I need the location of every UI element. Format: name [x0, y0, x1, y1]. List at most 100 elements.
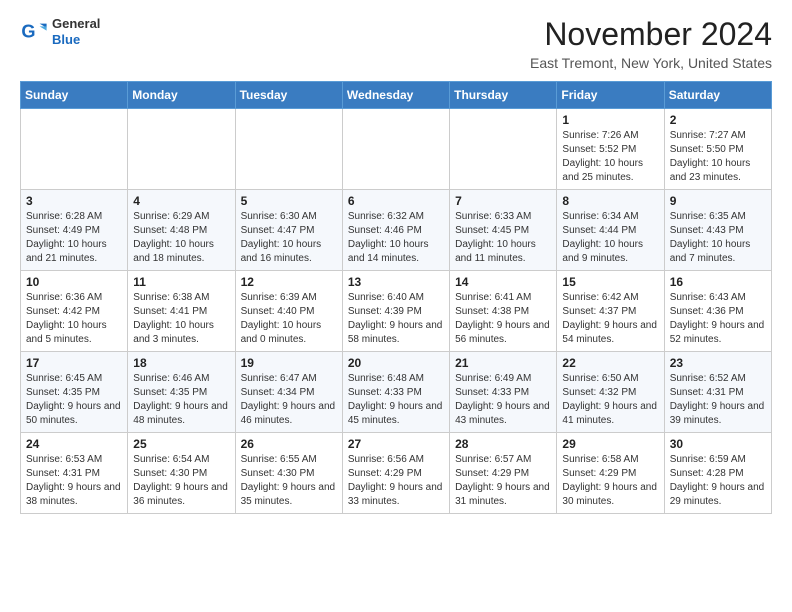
- day-info: Sunrise: 6:29 AM Sunset: 4:48 PM Dayligh…: [133, 210, 229, 266]
- calendar-cell: 19 Sunrise: 6:47 AM Sunset: 4:34 PM Dayli…: [235, 352, 342, 433]
- calendar-body: 1Sunrise: 7:26 AM Sunset: 5:52 PM Daylig…: [21, 109, 772, 514]
- day-of-week-header: Sunday: [21, 82, 128, 109]
- calendar-cell: 29Sunrise: 6:58 AM Sunset: 4:29 PM Dayli…: [557, 433, 664, 514]
- calendar-cell: 13 Sunrise: 6:40 AM Sunset: 4:39 PM Dayli…: [342, 271, 449, 352]
- calendar-cell: [21, 109, 128, 190]
- day-info: Sunrise: 6:53 AM Sunset: 4:31 PM Dayligh…: [26, 453, 122, 509]
- day-number: 3: [26, 194, 122, 208]
- day-number: 7: [455, 194, 551, 208]
- day-number: 19: [241, 356, 337, 370]
- calendar-cell: 2 Sunrise: 7:27 AM Sunset: 5:50 PM Daylig…: [664, 109, 771, 190]
- day-info: Sunrise: 6:48 AM Sunset: 4:33 PM Dayligh…: [348, 372, 444, 428]
- day-info: Sunrise: 6:40 AM Sunset: 4:39 PM Dayligh…: [348, 291, 444, 347]
- calendar-cell: 18 Sunrise: 6:46 AM Sunset: 4:35 PM Dayli…: [128, 352, 235, 433]
- day-number: 16: [670, 275, 766, 289]
- day-info: Sunrise: 6:54 AM Sunset: 4:30 PM Dayligh…: [133, 453, 229, 509]
- calendar-cell: 4Sunrise: 6:29 AM Sunset: 4:48 PM Daylig…: [128, 190, 235, 271]
- day-number: 12: [241, 275, 337, 289]
- day-number: 22: [562, 356, 658, 370]
- day-of-week-header: Wednesday: [342, 82, 449, 109]
- day-number: 27: [348, 437, 444, 451]
- calendar-week-row: 1Sunrise: 7:26 AM Sunset: 5:52 PM Daylig…: [21, 109, 772, 190]
- day-number: 23: [670, 356, 766, 370]
- day-info: Sunrise: 6:42 AM Sunset: 4:37 PM Dayligh…: [562, 291, 658, 347]
- calendar-cell: [235, 109, 342, 190]
- calendar-header: SundayMondayTuesdayWednesdayThursdayFrid…: [21, 82, 772, 109]
- day-number: 9: [670, 194, 766, 208]
- day-info: Sunrise: 6:34 AM Sunset: 4:44 PM Dayligh…: [562, 210, 658, 266]
- calendar-week-row: 10 Sunrise: 6:36 AM Sunset: 4:42 PM Dayli…: [21, 271, 772, 352]
- day-info: Sunrise: 7:26 AM Sunset: 5:52 PM Dayligh…: [562, 129, 658, 185]
- calendar-cell: 27Sunrise: 6:56 AM Sunset: 4:29 PM Dayli…: [342, 433, 449, 514]
- calendar-cell: 11Sunrise: 6:38 AM Sunset: 4:41 PM Dayli…: [128, 271, 235, 352]
- month-title: November 2024: [530, 16, 772, 53]
- day-info: Sunrise: 6:57 AM Sunset: 4:29 PM Dayligh…: [455, 453, 551, 509]
- calendar-cell: [450, 109, 557, 190]
- calendar-cell: 8 Sunrise: 6:34 AM Sunset: 4:44 PM Daylig…: [557, 190, 664, 271]
- day-info: Sunrise: 6:47 AM Sunset: 4:34 PM Dayligh…: [241, 372, 337, 428]
- calendar-cell: 16Sunrise: 6:43 AM Sunset: 4:36 PM Dayli…: [664, 271, 771, 352]
- day-number: 8: [562, 194, 658, 208]
- day-number: 25: [133, 437, 229, 451]
- day-number: 21: [455, 356, 551, 370]
- day-number: 5: [241, 194, 337, 208]
- day-info: Sunrise: 6:52 AM Sunset: 4:31 PM Dayligh…: [670, 372, 766, 428]
- location: East Tremont, New York, United States: [530, 55, 772, 71]
- day-of-week-header: Saturday: [664, 82, 771, 109]
- day-number: 17: [26, 356, 122, 370]
- calendar-cell: 24 Sunrise: 6:53 AM Sunset: 4:31 PM Dayli…: [21, 433, 128, 514]
- day-info: Sunrise: 6:30 AM Sunset: 4:47 PM Dayligh…: [241, 210, 337, 266]
- day-number: 30: [670, 437, 766, 451]
- day-info: Sunrise: 6:55 AM Sunset: 4:30 PM Dayligh…: [241, 453, 337, 509]
- day-number: 26: [241, 437, 337, 451]
- calendar-cell: 21 Sunrise: 6:49 AM Sunset: 4:33 PM Dayli…: [450, 352, 557, 433]
- svg-text:G: G: [21, 21, 35, 41]
- day-number: 10: [26, 275, 122, 289]
- days-of-week-row: SundayMondayTuesdayWednesdayThursdayFrid…: [21, 82, 772, 109]
- day-info: Sunrise: 6:59 AM Sunset: 4:28 PM Dayligh…: [670, 453, 766, 509]
- day-info: Sunrise: 6:28 AM Sunset: 4:49 PM Dayligh…: [26, 210, 122, 266]
- calendar-cell: 14Sunrise: 6:41 AM Sunset: 4:38 PM Dayli…: [450, 271, 557, 352]
- day-number: 28: [455, 437, 551, 451]
- day-number: 24: [26, 437, 122, 451]
- day-info: Sunrise: 6:35 AM Sunset: 4:43 PM Dayligh…: [670, 210, 766, 266]
- calendar-cell: 28 Sunrise: 6:57 AM Sunset: 4:29 PM Dayli…: [450, 433, 557, 514]
- day-number: 20: [348, 356, 444, 370]
- calendar-cell: 1Sunrise: 7:26 AM Sunset: 5:52 PM Daylig…: [557, 109, 664, 190]
- day-number: 2: [670, 113, 766, 127]
- logo-general: General: [52, 16, 100, 32]
- day-info: Sunrise: 6:41 AM Sunset: 4:38 PM Dayligh…: [455, 291, 551, 347]
- calendar-week-row: 3 Sunrise: 6:28 AM Sunset: 4:49 PM Daylig…: [21, 190, 772, 271]
- calendar-cell: 15 Sunrise: 6:42 AM Sunset: 4:37 PM Dayli…: [557, 271, 664, 352]
- day-info: Sunrise: 6:49 AM Sunset: 4:33 PM Dayligh…: [455, 372, 551, 428]
- day-info: Sunrise: 6:46 AM Sunset: 4:35 PM Dayligh…: [133, 372, 229, 428]
- title-area: November 2024 East Tremont, New York, Un…: [530, 16, 772, 71]
- day-number: 15: [562, 275, 658, 289]
- day-info: Sunrise: 6:38 AM Sunset: 4:41 PM Dayligh…: [133, 291, 229, 347]
- day-of-week-header: Thursday: [450, 82, 557, 109]
- day-info: Sunrise: 6:39 AM Sunset: 4:40 PM Dayligh…: [241, 291, 337, 347]
- day-info: Sunrise: 6:45 AM Sunset: 4:35 PM Dayligh…: [26, 372, 122, 428]
- day-info: Sunrise: 6:32 AM Sunset: 4:46 PM Dayligh…: [348, 210, 444, 266]
- day-number: 6: [348, 194, 444, 208]
- calendar-cell: 5 Sunrise: 6:30 AM Sunset: 4:47 PM Daylig…: [235, 190, 342, 271]
- day-of-week-header: Monday: [128, 82, 235, 109]
- day-info: Sunrise: 6:50 AM Sunset: 4:32 PM Dayligh…: [562, 372, 658, 428]
- calendar-cell: [128, 109, 235, 190]
- calendar-week-row: 24 Sunrise: 6:53 AM Sunset: 4:31 PM Dayli…: [21, 433, 772, 514]
- day-number: 13: [348, 275, 444, 289]
- calendar-cell: 7Sunrise: 6:33 AM Sunset: 4:45 PM Daylig…: [450, 190, 557, 271]
- day-info: Sunrise: 7:27 AM Sunset: 5:50 PM Dayligh…: [670, 129, 766, 185]
- calendar-cell: 23 Sunrise: 6:52 AM Sunset: 4:31 PM Dayli…: [664, 352, 771, 433]
- day-info: Sunrise: 6:36 AM Sunset: 4:42 PM Dayligh…: [26, 291, 122, 347]
- calendar-cell: 10 Sunrise: 6:36 AM Sunset: 4:42 PM Dayli…: [21, 271, 128, 352]
- calendar-cell: 12 Sunrise: 6:39 AM Sunset: 4:40 PM Dayli…: [235, 271, 342, 352]
- day-of-week-header: Friday: [557, 82, 664, 109]
- calendar-cell: 22 Sunrise: 6:50 AM Sunset: 4:32 PM Dayli…: [557, 352, 664, 433]
- day-of-week-header: Tuesday: [235, 82, 342, 109]
- day-number: 18: [133, 356, 229, 370]
- calendar-cell: 25 Sunrise: 6:54 AM Sunset: 4:30 PM Dayli…: [128, 433, 235, 514]
- day-info: Sunrise: 6:58 AM Sunset: 4:29 PM Dayligh…: [562, 453, 658, 509]
- page-header: G General Blue November 2024 East Tremon…: [20, 16, 772, 71]
- calendar-cell: 6 Sunrise: 6:32 AM Sunset: 4:46 PM Daylig…: [342, 190, 449, 271]
